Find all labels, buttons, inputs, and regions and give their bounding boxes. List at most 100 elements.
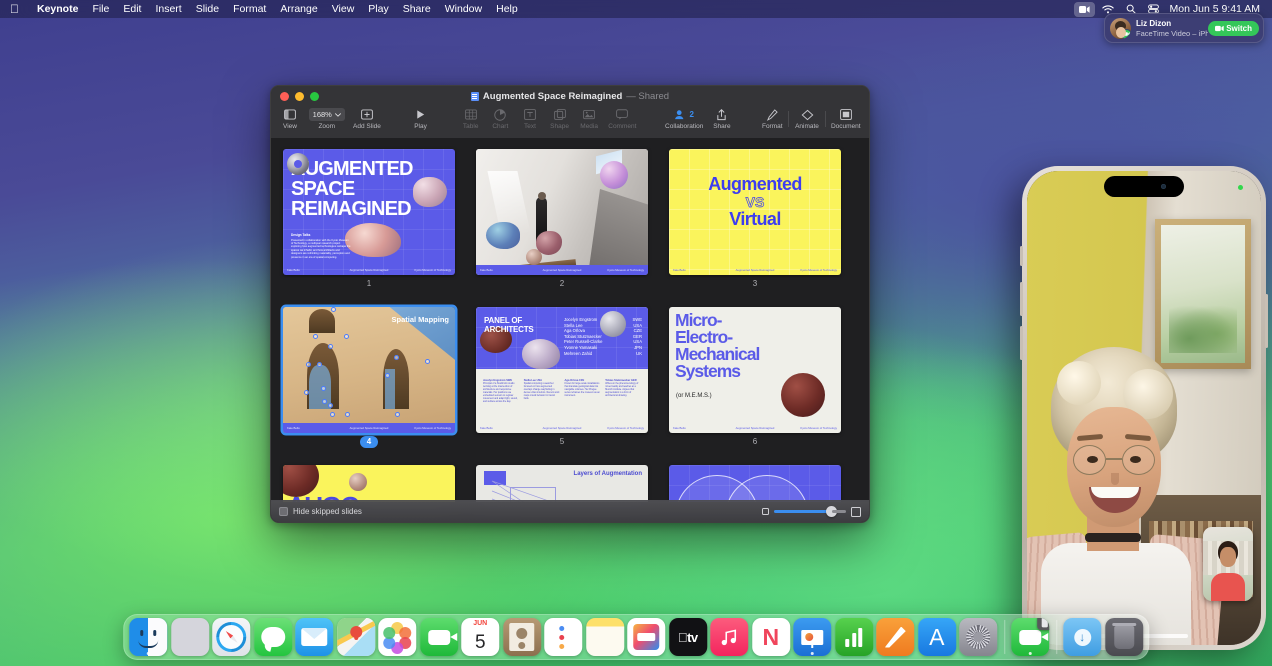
dock-item-facetime[interactable]: [420, 618, 458, 656]
switch-button[interactable]: Switch: [1208, 21, 1259, 36]
table-button[interactable]: Table: [462, 108, 480, 130]
slide-thumbnail-2[interactable]: Kate Bello Augmented Space Reimagined Ky…: [476, 149, 648, 275]
slide-navigator[interactable]: AUGMENTED SPACE REIMAGINED Design Talks …: [271, 139, 869, 502]
menu-item-file[interactable]: File: [85, 0, 116, 18]
slide-thumbnail-8[interactable]: Layers of Augmentation: [476, 465, 648, 502]
dock-item-tv[interactable]: tv: [669, 618, 707, 656]
menu-item-play[interactable]: Play: [361, 0, 395, 18]
selection-handle[interactable]: [344, 334, 349, 339]
selection-handle[interactable]: [328, 344, 333, 349]
animate-button[interactable]: Animate: [796, 108, 817, 130]
dock-item-maps[interactable]: [337, 618, 375, 656]
slide-thumbnail-7[interactable]: AUGO: [283, 465, 455, 502]
menu-item-arrange[interactable]: Arrange: [273, 0, 324, 18]
dock-item-messages[interactable]: [254, 618, 292, 656]
menu-item-view[interactable]: View: [325, 0, 362, 18]
thumbnail-size-slider[interactable]: [774, 510, 832, 513]
selection-handle[interactable]: [330, 412, 335, 417]
menu-item-edit[interactable]: Edit: [116, 0, 148, 18]
view-button[interactable]: View: [281, 108, 299, 130]
menu-item-keynote[interactable]: Keynote: [30, 0, 85, 18]
self-view-pip[interactable]: [1203, 527, 1253, 601]
silent-switch[interactable]: [1020, 246, 1023, 266]
dock-item-contacts[interactable]: [503, 618, 541, 656]
zoom-in-icon[interactable]: [851, 507, 861, 517]
slide-thumbnail-9[interactable]: PHYSICAL AUGMENTED VIRTUAL: [669, 465, 841, 502]
document-button[interactable]: Document: [833, 108, 859, 130]
slide-cell[interactable]: AUGO: [283, 465, 455, 502]
selection-handle[interactable]: [322, 399, 327, 404]
dock[interactable]: JUN 5 tv N A: [123, 614, 1149, 660]
facetime-notification[interactable]: Liz Dizon FaceTime Video – iPhone › Swit…: [1104, 13, 1264, 43]
thumbnail-size-control[interactable]: [762, 507, 861, 517]
selection-handle[interactable]: [395, 412, 400, 417]
selection-handle[interactable]: [328, 403, 333, 408]
slide-cell[interactable]: Layers of Augmentation: [476, 465, 648, 502]
menu-item-share[interactable]: Share: [396, 0, 438, 18]
slide-cell[interactable]: PHYSICAL AUGMENTED VIRTUAL: [669, 465, 841, 502]
add-slide-button[interactable]: Add Slide: [355, 108, 380, 130]
dock-item-mail[interactable]: [295, 618, 333, 656]
slide-thumbnail-5[interactable]: PANEL OF ARCHITECTS Jocelyn EngstromSWE …: [476, 307, 648, 433]
screen-mirroring-icon[interactable]: [1074, 2, 1095, 17]
dock-item-news[interactable]: N: [752, 618, 790, 656]
dock-item-reminders[interactable]: [544, 618, 582, 656]
volume-down-button[interactable]: [1020, 326, 1023, 360]
media-button[interactable]: Media: [580, 108, 598, 130]
slide-cell[interactable]: PANEL OF ARCHITECTS Jocelyn EngstromSWE …: [476, 307, 648, 448]
slide-cell[interactable]: AUGMENTED SPACE REIMAGINED Design Talks …: [283, 149, 455, 290]
slide-cell[interactable]: Kate Bello Augmented Space Reimagined Ky…: [476, 149, 648, 290]
hide-skipped-checkbox[interactable]: [279, 507, 288, 516]
slide-thumbnail-4[interactable]: Spatial Mapping: [283, 307, 455, 433]
chart-button[interactable]: Chart: [491, 108, 509, 130]
menu-item-slide[interactable]: Slide: [189, 0, 226, 18]
dock-item-facetime-window[interactable]: [1011, 618, 1049, 656]
dock-item-finder[interactable]: [129, 618, 167, 656]
menu-item-help[interactable]: Help: [489, 0, 525, 18]
window-titlebar[interactable]: Augmented Space Reimagined — Shared: [271, 86, 869, 106]
dock-item-keynote[interactable]: [793, 618, 831, 656]
dock-item-freeform[interactable]: [627, 618, 665, 656]
slide-thumbnail-3[interactable]: Augmented VS Virtual Kate Bello Augmente…: [669, 149, 841, 275]
format-button[interactable]: Format: [763, 108, 781, 130]
dock-item-photos[interactable]: [378, 618, 416, 656]
iphone-device[interactable]: [1022, 166, 1266, 650]
selection-handle[interactable]: [331, 307, 336, 312]
comment-button[interactable]: Comment: [610, 108, 635, 130]
menu-item-window[interactable]: Window: [438, 0, 489, 18]
selection-handle[interactable]: [345, 412, 350, 417]
selection-handle[interactable]: [317, 362, 322, 367]
dock-item-music[interactable]: [710, 618, 748, 656]
slide-thumbnail-1[interactable]: AUGMENTED SPACE REIMAGINED Design Talks …: [283, 149, 455, 275]
selection-handle[interactable]: [385, 373, 390, 378]
menu-item-insert[interactable]: Insert: [148, 0, 188, 18]
menu-item-format[interactable]: Format: [226, 0, 273, 18]
dock-item-notes[interactable]: [586, 618, 624, 656]
keynote-bottom-bar[interactable]: Hide skipped slides: [271, 500, 869, 522]
selection-handle[interactable]: [394, 355, 399, 360]
selection-handle[interactable]: [313, 334, 318, 339]
play-button[interactable]: Play: [412, 108, 430, 130]
keynote-window[interactable]: Augmented Space Reimagined — Shared View…: [270, 85, 870, 523]
slide-thumbnail-6[interactable]: Micro- Electro- Mechanical Systems (or M…: [669, 307, 841, 433]
text-button[interactable]: Text: [521, 108, 539, 130]
zoom-value-pill[interactable]: 168%: [309, 108, 345, 121]
dock-item-calendar[interactable]: JUN 5: [461, 618, 499, 656]
slide-cell[interactable]: Spatial Mapping: [283, 307, 455, 448]
dock-item-launchpad[interactable]: [171, 618, 209, 656]
keynote-toolbar[interactable]: View 168% Zoom Add Slide Play: [271, 106, 869, 139]
shape-button[interactable]: Shape: [551, 108, 569, 130]
slide-cell[interactable]: Augmented VS Virtual Kate Bello Augmente…: [669, 149, 841, 290]
slide-cell[interactable]: Micro- Electro- Mechanical Systems (or M…: [669, 307, 841, 448]
selection-handle[interactable]: [321, 386, 326, 391]
dock-item-safari[interactable]: [212, 618, 250, 656]
apple-logo-icon[interactable]: : [10, 3, 19, 15]
dock-item-numbers[interactable]: [835, 618, 873, 656]
zoom-out-icon[interactable]: [762, 508, 769, 515]
dock-item-systemsettings[interactable]: [959, 618, 997, 656]
slider-thumb[interactable]: [826, 506, 837, 517]
selection-handle[interactable]: [306, 362, 311, 367]
selection-handle[interactable]: [304, 390, 309, 395]
dock-item-pages[interactable]: [876, 618, 914, 656]
dock-item-appstore[interactable]: A: [918, 618, 956, 656]
